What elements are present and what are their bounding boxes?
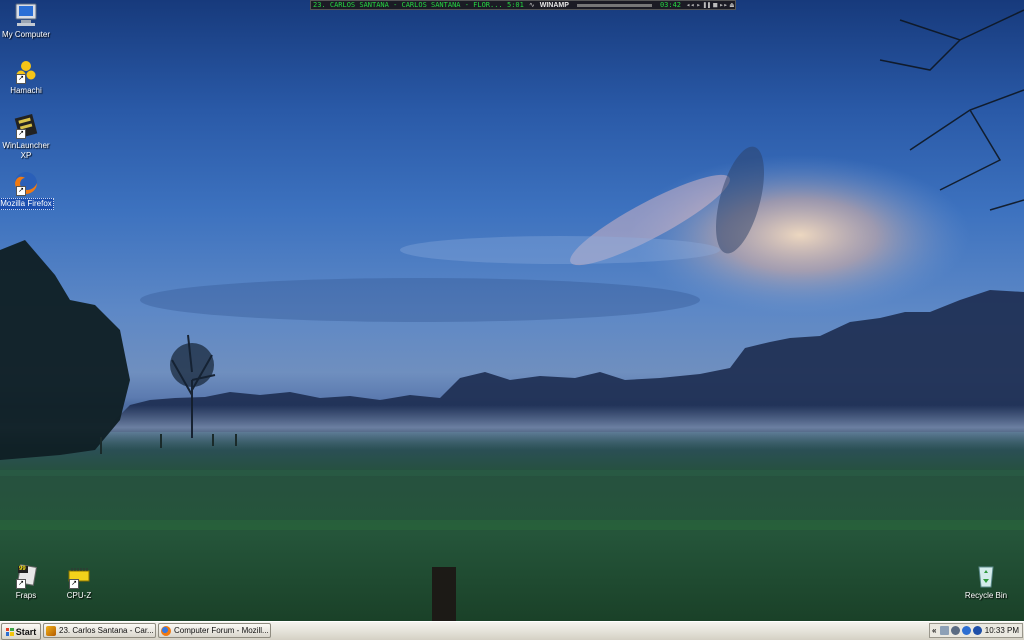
desktop-wallpaper	[0, 0, 1024, 621]
shortcut-arrow-icon: ↗	[16, 579, 26, 589]
desktop-icon-label: Hamachi	[10, 86, 42, 95]
desktop-icon-hamachi[interactable]: ↗ Hamachi	[0, 58, 57, 96]
taskbar-button-firefox[interactable]: Computer Forum - Mozill...	[158, 623, 271, 638]
hamachi-icon: ↗	[12, 58, 40, 84]
taskbar-clock[interactable]: 10:33 PM	[985, 626, 1022, 635]
taskbar-button-label: Computer Forum - Mozill...	[174, 626, 269, 635]
taskbar-button-label: 23. Carlos Santana - Car...	[59, 626, 154, 635]
winamp-track-title: 23. CARLOS SANTANA - CARLOS SANTANA - FL…	[313, 1, 503, 9]
volume-icon[interactable]	[951, 626, 961, 635]
desktop-icon-firefox[interactable]: ↗ Mozilla Firefox	[0, 170, 57, 210]
shortcut-arrow-icon: ↗	[16, 186, 26, 196]
winamp-next-button[interactable]: ▸▸	[718, 1, 728, 9]
desktop-icon-label: My Computer	[1, 30, 50, 39]
winamp-visualizer-icon: ∿	[528, 1, 535, 9]
winamp-pause-button[interactable]: ❚❚	[702, 1, 712, 9]
firefox-icon: ↗	[12, 170, 40, 196]
winamp-eject-button[interactable]: ⏏	[729, 1, 735, 9]
shortcut-arrow-icon: ↗	[16, 74, 26, 84]
firefox-icon	[161, 625, 171, 636]
wallpaper-scene	[0, 9, 1024, 621]
desktop-icon-recycle-bin[interactable]: Recycle Bin	[955, 563, 1017, 601]
winamp-bar[interactable]: 23. CARLOS SANTANA - CARLOS SANTANA - FL…	[310, 0, 736, 10]
cpuz-icon: ↗	[65, 563, 93, 589]
my-computer-icon	[12, 2, 40, 28]
winamp-previous-button[interactable]: ◂◂	[685, 1, 695, 9]
fraps-icon: 99 ↗	[12, 563, 40, 589]
start-label: Start	[15, 626, 37, 637]
tray-expand-button[interactable]: «	[930, 626, 938, 635]
security-icon[interactable]	[962, 626, 972, 635]
winamp-brand: WINAMP	[539, 1, 569, 9]
desktop-icon-label: Recycle Bin	[964, 591, 1008, 600]
taskbar-button-winamp[interactable]: 23. Carlos Santana - Car...	[43, 623, 156, 638]
desktop-icon-winlauncher[interactable]: ↗ WinLauncher XP	[0, 113, 57, 161]
winamp-seek-bar[interactable]	[576, 3, 652, 7]
bluetooth-icon[interactable]	[973, 626, 983, 635]
desktop-icon-label: Mozilla Firefox	[0, 198, 54, 210]
desktop-icon-label: WinLauncher XP	[2, 141, 50, 160]
shortcut-arrow-icon: ↗	[16, 129, 26, 139]
desktop-icon-cpuz[interactable]: ↗ CPU-Z	[48, 563, 110, 601]
winamp-elapsed-time: 03:42	[659, 1, 682, 9]
taskbar: Start 23. Carlos Santana - Car... Comput…	[0, 621, 1024, 640]
winlauncher-icon: ↗	[12, 113, 40, 139]
desktop-icon-label: Fraps	[15, 591, 37, 600]
shortcut-arrow-icon: ↗	[69, 579, 79, 589]
start-button[interactable]: Start	[1, 623, 41, 640]
winamp-track-duration: 5:01	[507, 1, 524, 9]
recycle-bin-icon	[972, 563, 1000, 589]
network-icon[interactable]	[940, 626, 950, 635]
desktop-icon-label: CPU-Z	[66, 591, 92, 600]
system-tray: « 10:33 PM	[929, 623, 1023, 638]
windows-logo-icon	[5, 627, 14, 636]
winamp-icon	[46, 625, 56, 636]
desktop-icon-my-computer[interactable]: My Computer	[0, 2, 57, 40]
fraps-badge: 99	[19, 566, 26, 572]
